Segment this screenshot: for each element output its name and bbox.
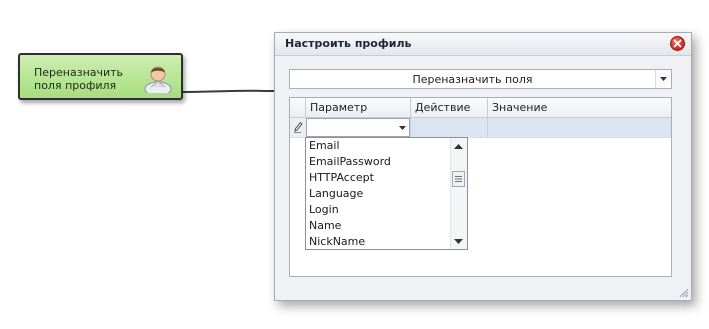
mode-select-value: Переназначить поля — [412, 73, 533, 86]
list-item[interactable]: EmailPassword — [309, 154, 391, 170]
parameter-cell-editor[interactable] — [306, 118, 410, 137]
list-item[interactable]: Name — [309, 218, 341, 234]
mode-select-dropdown-button[interactable] — [655, 70, 671, 88]
column-header-parameter[interactable]: Параметр — [306, 98, 411, 117]
grip-lines-icon — [455, 176, 462, 182]
list-item[interactable]: NickName — [309, 234, 365, 250]
dialog-title: Настроить профиль — [285, 37, 412, 50]
column-header-action[interactable]: Действие — [411, 98, 488, 117]
node-label: Переназначить поля профиля — [34, 66, 124, 92]
parameter-dropdown-list[interactable]: Email EmailPassword HTTPAccept Language … — [305, 137, 468, 250]
mode-select[interactable]: Переназначить поля — [289, 69, 672, 89]
workflow-node[interactable]: Переназначить поля профиля — [18, 53, 183, 100]
list-item[interactable]: Email — [309, 138, 340, 154]
parameter-dropdown-button[interactable] — [395, 119, 409, 136]
grid-header-indicator — [290, 98, 306, 117]
chevron-down-icon — [399, 126, 406, 130]
user-avatar-icon — [142, 61, 174, 97]
list-item[interactable]: Language — [309, 186, 363, 202]
resize-grip-icon[interactable] — [677, 286, 689, 298]
scroll-up-icon[interactable] — [454, 144, 463, 149]
dropdown-scrollbar[interactable] — [450, 138, 467, 249]
pencil-icon — [294, 121, 303, 133]
scrollbar-thumb[interactable] — [452, 171, 465, 187]
table-row[interactable] — [290, 118, 671, 138]
row-indicator — [290, 118, 307, 137]
action-cell[interactable] — [410, 118, 411, 137]
scroll-down-icon[interactable] — [454, 239, 463, 244]
chevron-down-icon — [660, 77, 667, 81]
grid-header: Параметр Действие Значение — [290, 98, 671, 118]
column-header-value[interactable]: Значение — [488, 98, 671, 117]
close-button[interactable] — [670, 36, 685, 51]
list-item[interactable]: HTTPAccept — [309, 170, 374, 186]
list-item[interactable]: Login — [309, 202, 339, 218]
close-icon — [673, 39, 682, 48]
dialog-titlebar[interactable]: Настроить профиль — [275, 33, 691, 56]
value-cell[interactable] — [487, 118, 488, 137]
